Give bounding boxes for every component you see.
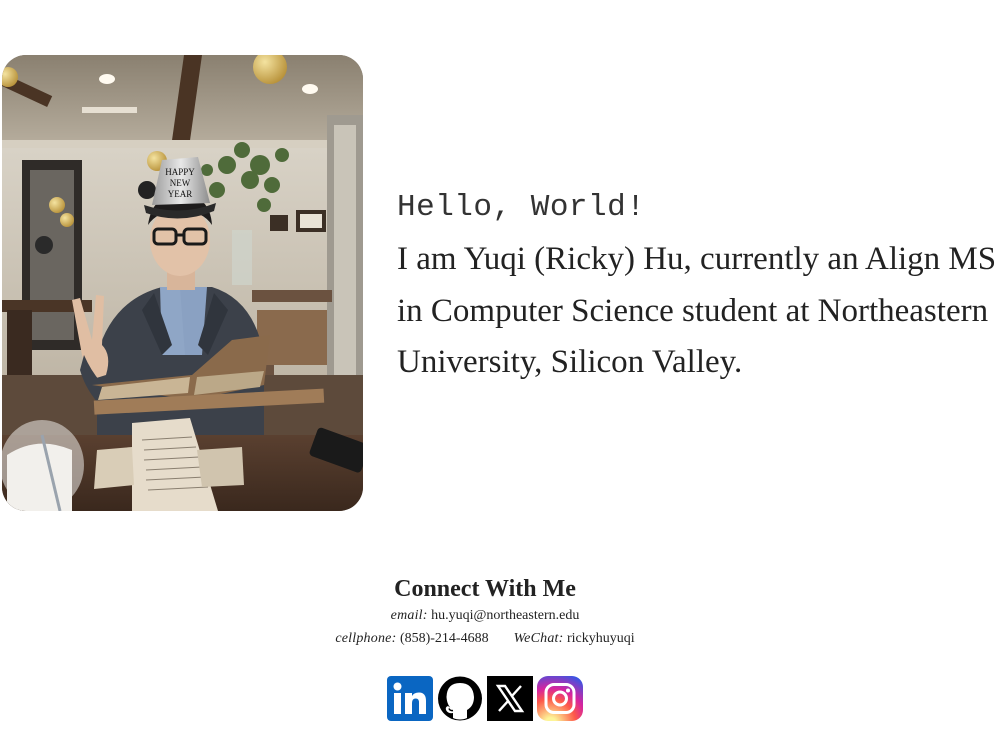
- wechat-value[interactable]: rickyhuyuqi: [567, 631, 635, 646]
- hat-text-2: NEW: [170, 178, 191, 188]
- instagram-link[interactable]: [537, 676, 583, 721]
- profile-photo: HAPPY NEW YEAR: [2, 55, 363, 511]
- intro-section: Hello, World! I am Yuqi (Ricky) Hu, curr…: [397, 188, 1000, 389]
- x-icon: [487, 676, 533, 721]
- linkedin-link[interactable]: [387, 676, 433, 721]
- bio-paragraph: I am Yuqi (Ricky) Hu, currently an Align…: [397, 241, 997, 380]
- linkedin-icon: [387, 676, 433, 721]
- hat-text-1: HAPPY: [165, 167, 195, 177]
- social-links: [387, 676, 583, 721]
- github-link[interactable]: [437, 676, 483, 721]
- instagram-icon: [537, 676, 583, 721]
- phone-wechat-line: cellphone: (858)-214-4688 WeChat: rickyh…: [0, 627, 970, 650]
- email-label: email:: [390, 608, 428, 623]
- github-icon: [438, 676, 482, 721]
- hat-text-3: YEAR: [168, 189, 193, 199]
- greeting-heading: Hello, World!: [397, 190, 646, 225]
- phone-value[interactable]: (858)-214-4688: [400, 631, 489, 646]
- profile-photo-illustration: HAPPY NEW YEAR: [2, 55, 363, 511]
- connect-section: Connect With Me email: hu.yuqi@northeast…: [0, 574, 970, 650]
- wechat-label: WeChat:: [513, 631, 564, 646]
- email-value[interactable]: hu.yuqi@northeastern.edu: [431, 608, 579, 623]
- connect-title: Connect With Me: [394, 576, 576, 602]
- x-link[interactable]: [487, 676, 533, 721]
- phone-label: cellphone:: [335, 631, 397, 646]
- email-line: email: hu.yuqi@northeastern.edu: [0, 604, 970, 627]
